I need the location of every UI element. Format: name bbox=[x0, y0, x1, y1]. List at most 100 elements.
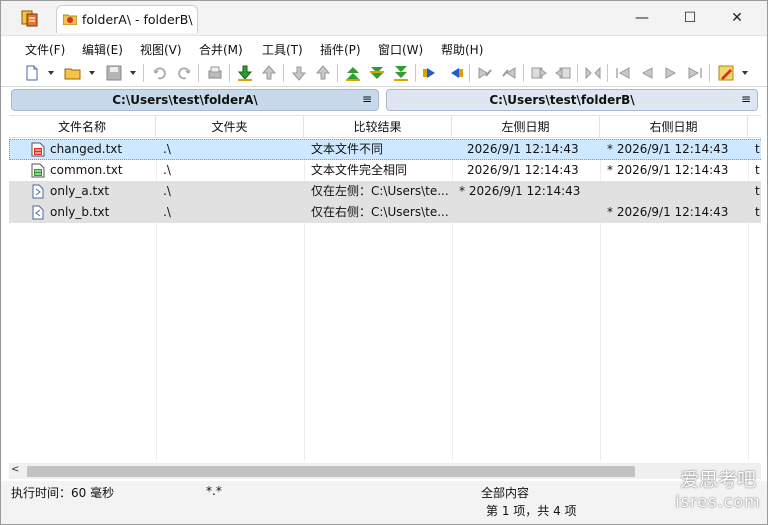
left-path: C:\Users\test\folderA\ bbox=[112, 93, 258, 107]
left-path-bar[interactable]: C:\Users\test\folderA\ ≡ bbox=[11, 89, 379, 111]
toolbar-separator bbox=[229, 64, 230, 82]
last-difference-icon[interactable] bbox=[290, 64, 308, 82]
copy-to-right-icon[interactable] bbox=[422, 64, 440, 82]
column-header-right-date[interactable]: 右侧日期 bbox=[600, 116, 748, 138]
file-right-only-icon bbox=[32, 205, 44, 220]
scrollbar-thumb[interactable] bbox=[27, 466, 635, 477]
right-path-menu-icon[interactable]: ≡ bbox=[741, 92, 751, 106]
toolbar bbox=[1, 59, 767, 87]
copy-to-left-icon[interactable] bbox=[446, 64, 464, 82]
first-difference-icon[interactable] bbox=[314, 64, 332, 82]
cell-left-date: 2026/9/1 12:14:43 bbox=[467, 142, 579, 156]
undo-icon[interactable] bbox=[151, 64, 169, 82]
status-filter: *.* bbox=[206, 484, 222, 498]
options-dropdown-icon[interactable] bbox=[742, 71, 748, 75]
first-file-icon[interactable] bbox=[614, 64, 632, 82]
scroll-left-icon[interactable]: < bbox=[11, 464, 19, 475]
new-dropdown-icon[interactable] bbox=[48, 71, 54, 75]
toolbar-separator bbox=[607, 64, 608, 82]
cell-filename: only_a.txt bbox=[50, 184, 110, 198]
right-path: C:\Users\test\folderB\ bbox=[489, 93, 635, 107]
left-path-menu-icon[interactable]: ≡ bbox=[362, 92, 372, 106]
column-header-filename[interactable]: 文件名称 bbox=[9, 116, 156, 138]
toolbar-separator bbox=[709, 64, 710, 82]
menu-help[interactable]: 帮助(H) bbox=[441, 41, 483, 58]
copy-all-left-icon[interactable] bbox=[554, 64, 572, 82]
table-row[interactable]: common.txt .\ 文本文件完全相同 2026/9/1 12:14:43… bbox=[9, 160, 761, 181]
app-window: folderA\ - folderB\ — ☐ ✕ 文件(F) 编辑(E) 视图… bbox=[0, 0, 768, 525]
cell-filename: changed.txt bbox=[50, 142, 123, 156]
horizontal-scrollbar[interactable]: < bbox=[9, 463, 761, 479]
cell-extension: t bbox=[755, 184, 760, 198]
menu-tools[interactable]: 工具(T) bbox=[262, 41, 303, 58]
column-header-folder[interactable]: 文件夹 bbox=[156, 116, 304, 138]
save-icon[interactable] bbox=[105, 64, 123, 82]
column-header-left-date[interactable]: 左侧日期 bbox=[452, 116, 600, 138]
cell-folder: .\ bbox=[163, 184, 171, 198]
cell-left-date: 2026/9/1 12:14:43 bbox=[467, 163, 579, 177]
winmerge-app-icon[interactable] bbox=[21, 9, 39, 27]
cell-right-date bbox=[603, 181, 748, 202]
next-difference-icon[interactable] bbox=[236, 64, 254, 82]
menu-plugins[interactable]: 插件(P) bbox=[320, 41, 361, 58]
table-row[interactable]: only_a.txt .\ 仅在左侧：C:\Users\te... * 2026… bbox=[9, 181, 761, 202]
previous-file-icon[interactable] bbox=[638, 64, 656, 82]
toolbar-separator bbox=[337, 64, 338, 82]
file-identical-icon bbox=[31, 163, 45, 178]
file-left-only-icon bbox=[32, 184, 44, 199]
menu-file[interactable]: 文件(F) bbox=[25, 41, 65, 58]
next-file-icon[interactable] bbox=[662, 64, 680, 82]
expand-all-icon[interactable] bbox=[368, 64, 386, 82]
status-exec-time: 执行时间：60 毫秒 bbox=[11, 486, 115, 500]
menu-merge[interactable]: 合并(M) bbox=[199, 41, 243, 58]
table-row[interactable]: only_b.txt .\ 仅在右侧：C:\Users\te... * 2026… bbox=[9, 202, 761, 223]
cell-right-date: * 2026/9/1 12:14:43 bbox=[607, 163, 729, 177]
tab-title: folderA\ - folderB\ bbox=[82, 12, 193, 27]
cell-right-date: * 2026/9/1 12:14:43 bbox=[607, 142, 729, 156]
copy-left-advance-icon[interactable] bbox=[500, 64, 518, 82]
last-file-icon[interactable] bbox=[686, 64, 704, 82]
save-dropdown-icon[interactable] bbox=[130, 71, 136, 75]
copy-all-right-icon[interactable] bbox=[530, 64, 548, 82]
right-path-bar[interactable]: C:\Users\test\folderB\ ≡ bbox=[386, 89, 758, 111]
maximize-button[interactable]: ☐ bbox=[667, 1, 713, 35]
options-icon[interactable] bbox=[717, 64, 735, 82]
cell-result: 仅在右侧：C:\Users\te... bbox=[311, 205, 449, 219]
cell-left-date bbox=[463, 202, 600, 223]
menu-view[interactable]: 视图(V) bbox=[140, 41, 182, 58]
toolbar-separator bbox=[143, 64, 144, 82]
status-item-count: 第 1 项，共 4 项 bbox=[486, 504, 577, 518]
cell-result: 仅在左侧：C:\Users\te... bbox=[311, 184, 449, 198]
cell-extension: t bbox=[755, 142, 760, 156]
cell-result: 文本文件不同 bbox=[311, 142, 384, 156]
cell-filename: common.txt bbox=[50, 163, 123, 177]
merge-icon[interactable] bbox=[584, 64, 602, 82]
folder-compare-icon bbox=[63, 14, 77, 25]
menu-bar: 文件(F) 编辑(E) 视图(V) 合并(M) 工具(T) 插件(P) 窗口(W… bbox=[1, 35, 767, 59]
close-button[interactable]: ✕ bbox=[714, 1, 760, 35]
new-document-icon[interactable] bbox=[23, 64, 41, 82]
cell-filename: only_b.txt bbox=[50, 205, 110, 219]
print-icon[interactable] bbox=[206, 64, 224, 82]
column-header-result[interactable]: 比较结果 bbox=[304, 116, 452, 138]
menu-window[interactable]: 窗口(W) bbox=[378, 41, 423, 58]
copy-right-advance-icon[interactable] bbox=[476, 64, 494, 82]
table-row[interactable]: changed.txt .\ 文本文件不同 2026/9/1 12:14:43 … bbox=[9, 139, 761, 160]
document-tab[interactable]: folderA\ - folderB\ bbox=[56, 5, 198, 33]
toolbar-separator bbox=[577, 64, 578, 82]
menu-edit[interactable]: 编辑(E) bbox=[82, 41, 123, 58]
minimize-button[interactable]: — bbox=[619, 1, 665, 35]
open-folder-icon[interactable] bbox=[64, 64, 82, 82]
redo-icon[interactable] bbox=[175, 64, 193, 82]
previous-difference-icon[interactable] bbox=[260, 64, 278, 82]
collapse-all-icon[interactable] bbox=[344, 64, 362, 82]
file-different-icon bbox=[31, 142, 45, 157]
cell-left-date: * 2026/9/1 12:14:43 bbox=[459, 184, 581, 198]
current-difference-icon[interactable] bbox=[392, 64, 410, 82]
toolbar-separator bbox=[198, 64, 199, 82]
toolbar-separator bbox=[523, 64, 524, 82]
cell-folder: .\ bbox=[163, 163, 171, 177]
cell-extension: t bbox=[755, 163, 760, 177]
open-dropdown-icon[interactable] bbox=[89, 71, 95, 75]
cell-folder: .\ bbox=[163, 205, 171, 219]
